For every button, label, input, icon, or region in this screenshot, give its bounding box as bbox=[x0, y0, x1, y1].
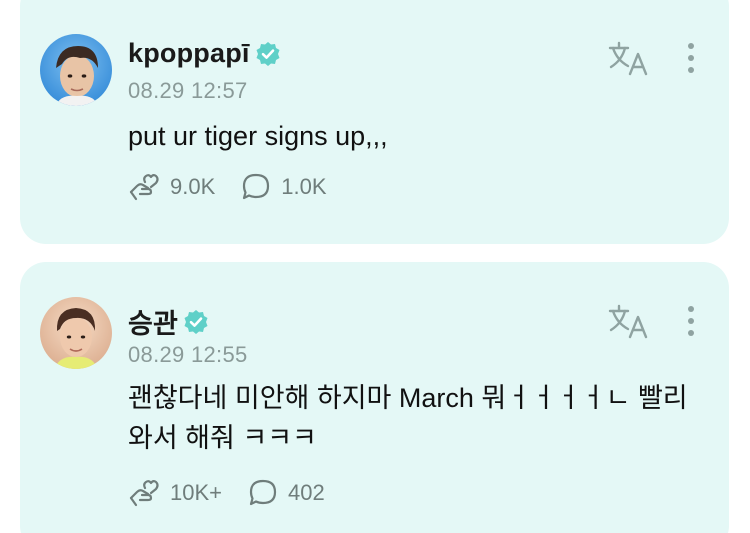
comment-count: 402 bbox=[288, 480, 325, 505]
comment-button[interactable]: 1.0K bbox=[241, 172, 327, 202]
avatar[interactable] bbox=[40, 297, 112, 369]
like-button[interactable]: 9.0K bbox=[128, 172, 215, 202]
post-actions: 10K+ 402 bbox=[128, 478, 351, 508]
hand-heart-icon bbox=[129, 174, 159, 201]
author-name[interactable]: 승관 bbox=[128, 302, 178, 341]
comment-button[interactable]: 402 bbox=[248, 478, 325, 508]
post-timestamp: 08.29 12:55 bbox=[128, 342, 248, 367]
comment-feed: kpoppapī 08.29 12:57 put ur tiger signs … bbox=[0, 0, 750, 533]
comment-bubble-icon bbox=[249, 479, 277, 506]
post-text: put ur tiger signs up,,, bbox=[128, 121, 388, 151]
hand-heart-icon bbox=[129, 480, 159, 507]
comment-count: 1.0K bbox=[281, 174, 327, 199]
translate-icon[interactable] bbox=[608, 303, 650, 339]
like-count: 9.0K bbox=[170, 174, 216, 199]
author-row: kpoppapī bbox=[128, 38, 281, 69]
like-button[interactable]: 10K+ bbox=[128, 478, 222, 508]
verified-badge-icon bbox=[184, 309, 208, 334]
avatar[interactable] bbox=[40, 34, 112, 106]
more-vertical-icon[interactable] bbox=[684, 303, 698, 339]
comment-bubble-icon bbox=[243, 173, 270, 200]
post-actions: 9.0K 1.0K bbox=[128, 172, 353, 202]
like-count: 10K+ bbox=[170, 480, 222, 505]
post-card: 승관 08.29 12:55 괜찮다네 미안해 하지마 March 뭐ㅓㅓㅓㅓㄴ… bbox=[20, 262, 729, 533]
translate-icon[interactable] bbox=[608, 40, 650, 76]
post-card: kpoppapī 08.29 12:57 put ur tiger signs … bbox=[20, 0, 729, 244]
more-vertical-icon[interactable] bbox=[684, 40, 698, 76]
verified-badge-icon bbox=[256, 41, 280, 66]
author-name[interactable]: kpoppapī bbox=[128, 38, 250, 69]
post-text: 괜찮다네 미안해 하지마 March 뭐ㅓㅓㅓㅓㄴ 빨리 와서 해줘 ㅋㅋㅋ bbox=[128, 383, 688, 453]
post-timestamp: 08.29 12:57 bbox=[128, 78, 248, 103]
author-row: 승관 bbox=[128, 302, 209, 341]
